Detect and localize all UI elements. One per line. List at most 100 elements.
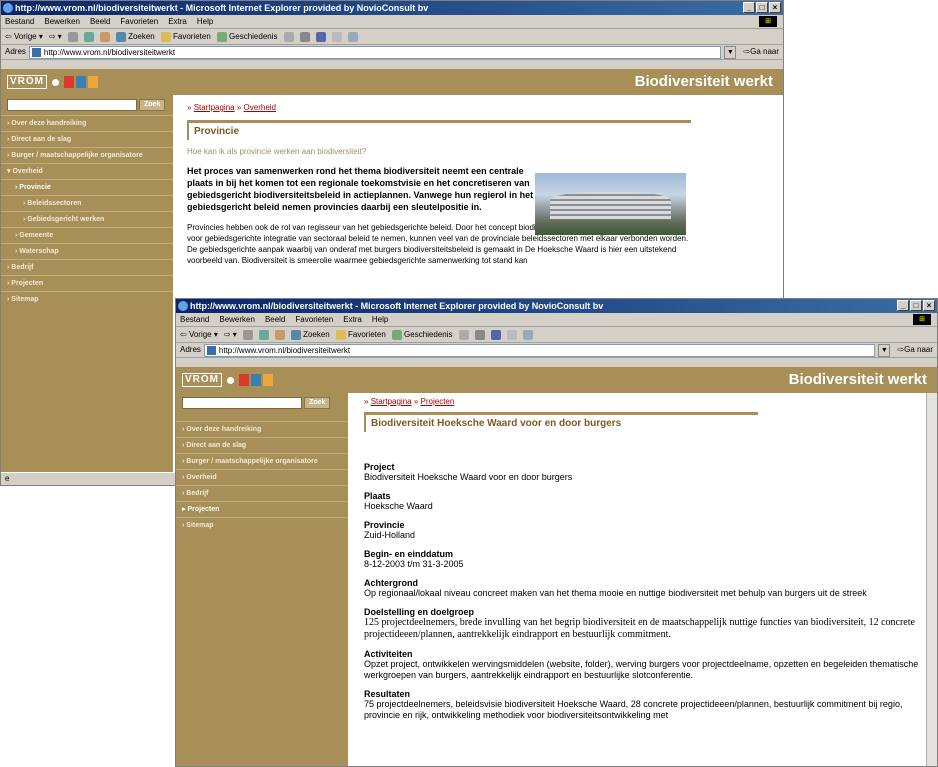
- nav-item-over-deze-handreiking[interactable]: › Over deze handreiking: [1, 115, 173, 131]
- field-doelstelling-label: Doelstelling en doelgroep: [364, 607, 475, 617]
- breadcrumb-startpagina[interactable]: Startpagina: [371, 397, 412, 406]
- field-resultaten-value: 75 projectdeelnemers, beleidsvisie biodi…: [364, 699, 903, 720]
- windows-logo-icon: ⊞: [759, 16, 777, 27]
- address-bar: Adres http://www.vrom.nl/biodiversiteitw…: [176, 343, 937, 358]
- nav-item-gemeente[interactable]: › Gemeente: [1, 227, 173, 243]
- stop-icon[interactable]: [242, 329, 253, 340]
- address-dropdown-icon[interactable]: ▼: [878, 343, 891, 357]
- title-bar[interactable]: http://www.vrom.nl/biodiversiteitwerkt -…: [1, 1, 783, 15]
- close-button[interactable]: ×: [923, 300, 935, 311]
- nav-item-gebiedsgericht-werken[interactable]: › Gebiedsgericht werken: [1, 211, 173, 227]
- nav-item-projecten[interactable]: › Projecten: [1, 275, 173, 291]
- mail-icon[interactable]: [458, 329, 469, 340]
- menu-bewerken[interactable]: Bewerken: [219, 313, 255, 326]
- maximize-button[interactable]: □: [756, 2, 768, 13]
- title-bar[interactable]: http://www.vrom.nl/biodiversiteitwerkt -…: [176, 299, 937, 313]
- favorites-button[interactable]: Favorieten: [335, 327, 386, 342]
- menu-help[interactable]: Help: [197, 15, 213, 28]
- menu-beeld[interactable]: Beeld: [265, 313, 285, 326]
- menu-bestand[interactable]: Bestand: [180, 313, 209, 326]
- back-button[interactable]: ⇦ Vorige ▾: [180, 327, 218, 342]
- breadcrumb: » Startpagina » Overheid: [187, 103, 276, 112]
- nav-item-sitemap[interactable]: › Sitemap: [176, 517, 348, 533]
- edit-icon[interactable]: [490, 329, 501, 340]
- print-icon[interactable]: [299, 31, 310, 42]
- site-search: Zoek: [176, 393, 348, 413]
- nav-item-sitemap[interactable]: › Sitemap: [1, 291, 173, 307]
- nav-item-projecten[interactable]: ▸ Projecten: [176, 501, 348, 517]
- back-button[interactable]: ⇦ Vorige ▾: [5, 29, 43, 44]
- print-icon[interactable]: [474, 329, 485, 340]
- search-submit-button[interactable]: Zoek: [139, 99, 166, 111]
- nav-item-bedrijf[interactable]: › Bedrijf: [1, 259, 173, 275]
- discuss-icon[interactable]: [331, 31, 342, 42]
- discuss-icon[interactable]: [506, 329, 517, 340]
- maximize-button[interactable]: □: [910, 300, 922, 311]
- menu-bestand[interactable]: Bestand: [5, 15, 34, 28]
- page-icon: [31, 47, 41, 57]
- history-button[interactable]: Geschiedenis: [391, 327, 453, 342]
- search-button[interactable]: Zoeken: [290, 327, 330, 342]
- field-provincie-label: Provincie: [364, 520, 405, 530]
- address-input[interactable]: http://www.vrom.nl/biodiversiteitwerkt: [28, 45, 722, 59]
- search-input[interactable]: [182, 397, 302, 409]
- nav-item-provincie[interactable]: › Provincie: [1, 179, 173, 195]
- refresh-icon[interactable]: [258, 329, 269, 340]
- search-button[interactable]: Zoeken: [115, 29, 155, 44]
- minimize-button[interactable]: _: [897, 300, 909, 311]
- breadcrumb-startpagina[interactable]: Startpagina: [194, 103, 235, 112]
- page-icon: [206, 345, 216, 355]
- breadcrumb-projecten[interactable]: Projecten: [421, 397, 455, 406]
- mail-icon[interactable]: [283, 31, 294, 42]
- close-button[interactable]: ×: [769, 2, 781, 13]
- front-browser-window[interactable]: http://www.vrom.nl/biodiversiteitwerkt -…: [175, 298, 938, 767]
- sidebar: Zoek › Over deze handreiking › Direct aa…: [176, 393, 348, 766]
- field-provincie-value: Zuid-Holland: [364, 530, 416, 540]
- field-resultaten-label: Resultaten: [364, 689, 411, 699]
- address-dropdown-icon[interactable]: ▼: [724, 45, 737, 59]
- nav-item-overheid[interactable]: › Overheid: [176, 469, 348, 485]
- address-input[interactable]: http://www.vrom.nl/biodiversiteitwerkt: [203, 343, 876, 357]
- messenger-icon[interactable]: [347, 31, 358, 42]
- history-button[interactable]: Geschiedenis: [216, 29, 278, 44]
- stop-icon[interactable]: [67, 31, 78, 42]
- nav-item-overheid[interactable]: ▾ Overheid: [1, 163, 173, 179]
- nav-item-direct-aan-de-slag[interactable]: › Direct aan de slag: [176, 437, 348, 453]
- go-button[interactable]: ⇨Ga naar: [739, 45, 783, 59]
- menu-bewerken[interactable]: Bewerken: [44, 15, 80, 28]
- messenger-icon[interactable]: [522, 329, 533, 340]
- nav-item-bedrijf[interactable]: › Bedrijf: [176, 485, 348, 501]
- go-button[interactable]: ⇨Ga naar: [893, 343, 937, 357]
- forward-button[interactable]: ⇨ ▾: [224, 327, 237, 342]
- home-icon[interactable]: [274, 329, 285, 340]
- favorites-icon: [335, 329, 346, 340]
- forward-button[interactable]: ⇨ ▾: [49, 29, 62, 44]
- internet-explorer-icon: [3, 3, 13, 13]
- refresh-icon[interactable]: [83, 31, 94, 42]
- nav-item-over-deze-handreiking[interactable]: › Over deze handreiking: [176, 421, 348, 437]
- favorites-icon: [160, 31, 171, 42]
- menu-favorieten[interactable]: Favorieten: [295, 313, 333, 326]
- menu-favorieten[interactable]: Favorieten: [120, 15, 158, 28]
- vrom-logo[interactable]: VROM: [7, 75, 98, 89]
- edit-icon[interactable]: [315, 31, 326, 42]
- home-icon[interactable]: [99, 31, 110, 42]
- nav-item-burger[interactable]: › Burger / maatschappelijke organisatore: [176, 453, 348, 469]
- breadcrumb-overheid[interactable]: Overheid: [244, 103, 276, 112]
- toolbar: ⇦ Vorige ▾ ⇨ ▾ Zoeken Favorieten Geschie…: [1, 29, 783, 45]
- menu-help[interactable]: Help: [372, 313, 388, 326]
- search-submit-button[interactable]: Zoek: [304, 397, 331, 409]
- menu-extra[interactable]: Extra: [343, 313, 362, 326]
- section-title: Biodiversiteit Hoeksche Waard voor en do…: [364, 412, 758, 432]
- menu-extra[interactable]: Extra: [168, 15, 187, 28]
- nav-item-waterschap[interactable]: › Waterschap: [1, 243, 173, 259]
- vertical-scrollbar[interactable]: [926, 393, 937, 766]
- search-input[interactable]: [7, 99, 137, 111]
- nav-item-burger[interactable]: › Burger / maatschappelijke organisatore: [1, 147, 173, 163]
- favorites-button[interactable]: Favorieten: [160, 29, 211, 44]
- nav-item-direct-aan-de-slag[interactable]: › Direct aan de slag: [1, 131, 173, 147]
- vrom-logo[interactable]: VROM: [182, 373, 273, 387]
- minimize-button[interactable]: _: [743, 2, 755, 13]
- menu-beeld[interactable]: Beeld: [90, 15, 110, 28]
- nav-item-beleidssectoren[interactable]: › Beleidssectoren: [1, 195, 173, 211]
